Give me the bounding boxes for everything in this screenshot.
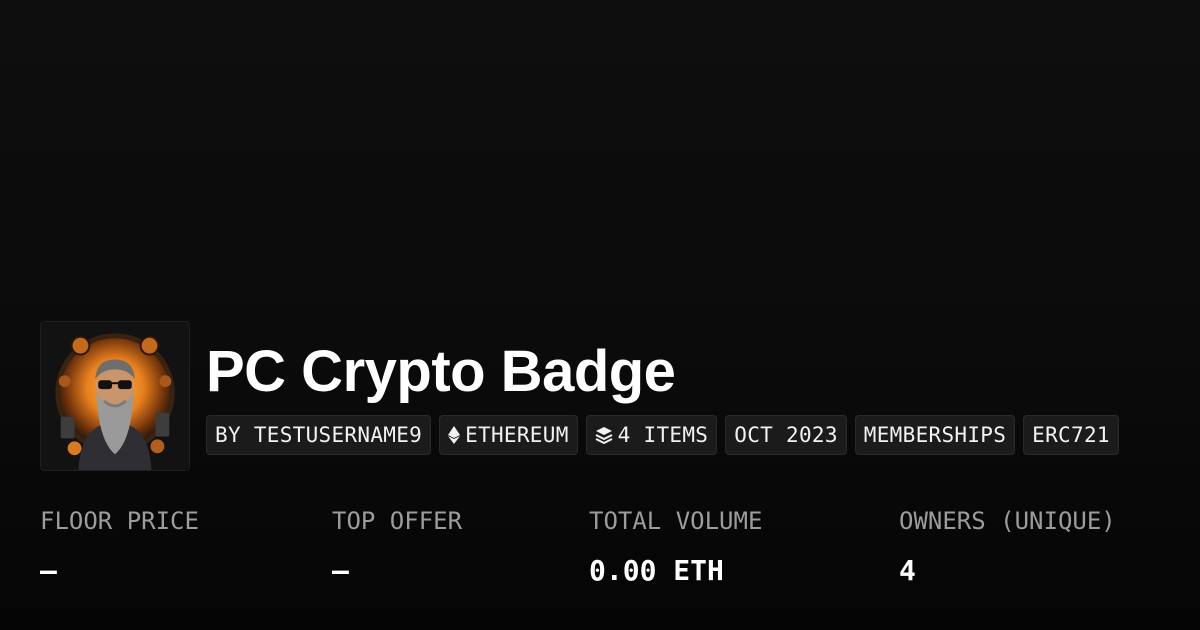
items-count-label: 4 ITEMS [617,423,709,447]
total-volume-value: 0.00 ETH [589,554,724,587]
owners-label: OWNERS (UNIQUE) [899,507,1116,535]
token-standard-tag[interactable]: ERC721 [1023,415,1119,455]
creator-tag[interactable]: BY TESTUSERNAME9 [206,415,432,455]
token-standard-label: ERC721 [1032,423,1110,447]
ethereum-icon [448,426,461,444]
category-tag-label: MEMBERSHIPS [863,423,1007,447]
top-offer-label: TOP OFFER [332,507,463,535]
collection-tags: BY TESTUSERNAME9 ETHEREUM 4 ITEMS OCT 20… [206,415,1200,455]
total-volume-stat: TOTAL VOLUME 0.00 ETH [589,502,762,590]
created-date-tag[interactable]: OCT 2023 [725,415,847,455]
owners-value: 4 [899,554,916,587]
chain-tag-label: ETHEREUM [465,423,569,447]
floor-price-value: – [40,554,57,587]
collection-title: PC Crypto Badge [206,339,676,404]
creator-tag-label: BY TESTUSERNAME9 [215,423,423,447]
items-count-tag[interactable]: 4 ITEMS [585,415,718,455]
total-volume-label: TOTAL VOLUME [589,507,763,535]
top-offer-stat: TOP OFFER – [332,502,462,590]
collection-avatar [40,321,190,471]
top-offer-value: – [332,554,349,587]
bearded-man-avatar-icon [41,322,189,470]
floor-price-label: FLOOR PRICE [40,507,199,535]
owners-stat: OWNERS (UNIQUE) 4 [899,502,1116,590]
floor-price-stat: FLOOR PRICE – [40,502,199,590]
category-tag[interactable]: MEMBERSHIPS [854,415,1016,455]
chain-tag[interactable]: ETHEREUM [439,415,578,455]
layers-icon [595,426,613,444]
created-date-label: OCT 2023 [734,423,838,447]
